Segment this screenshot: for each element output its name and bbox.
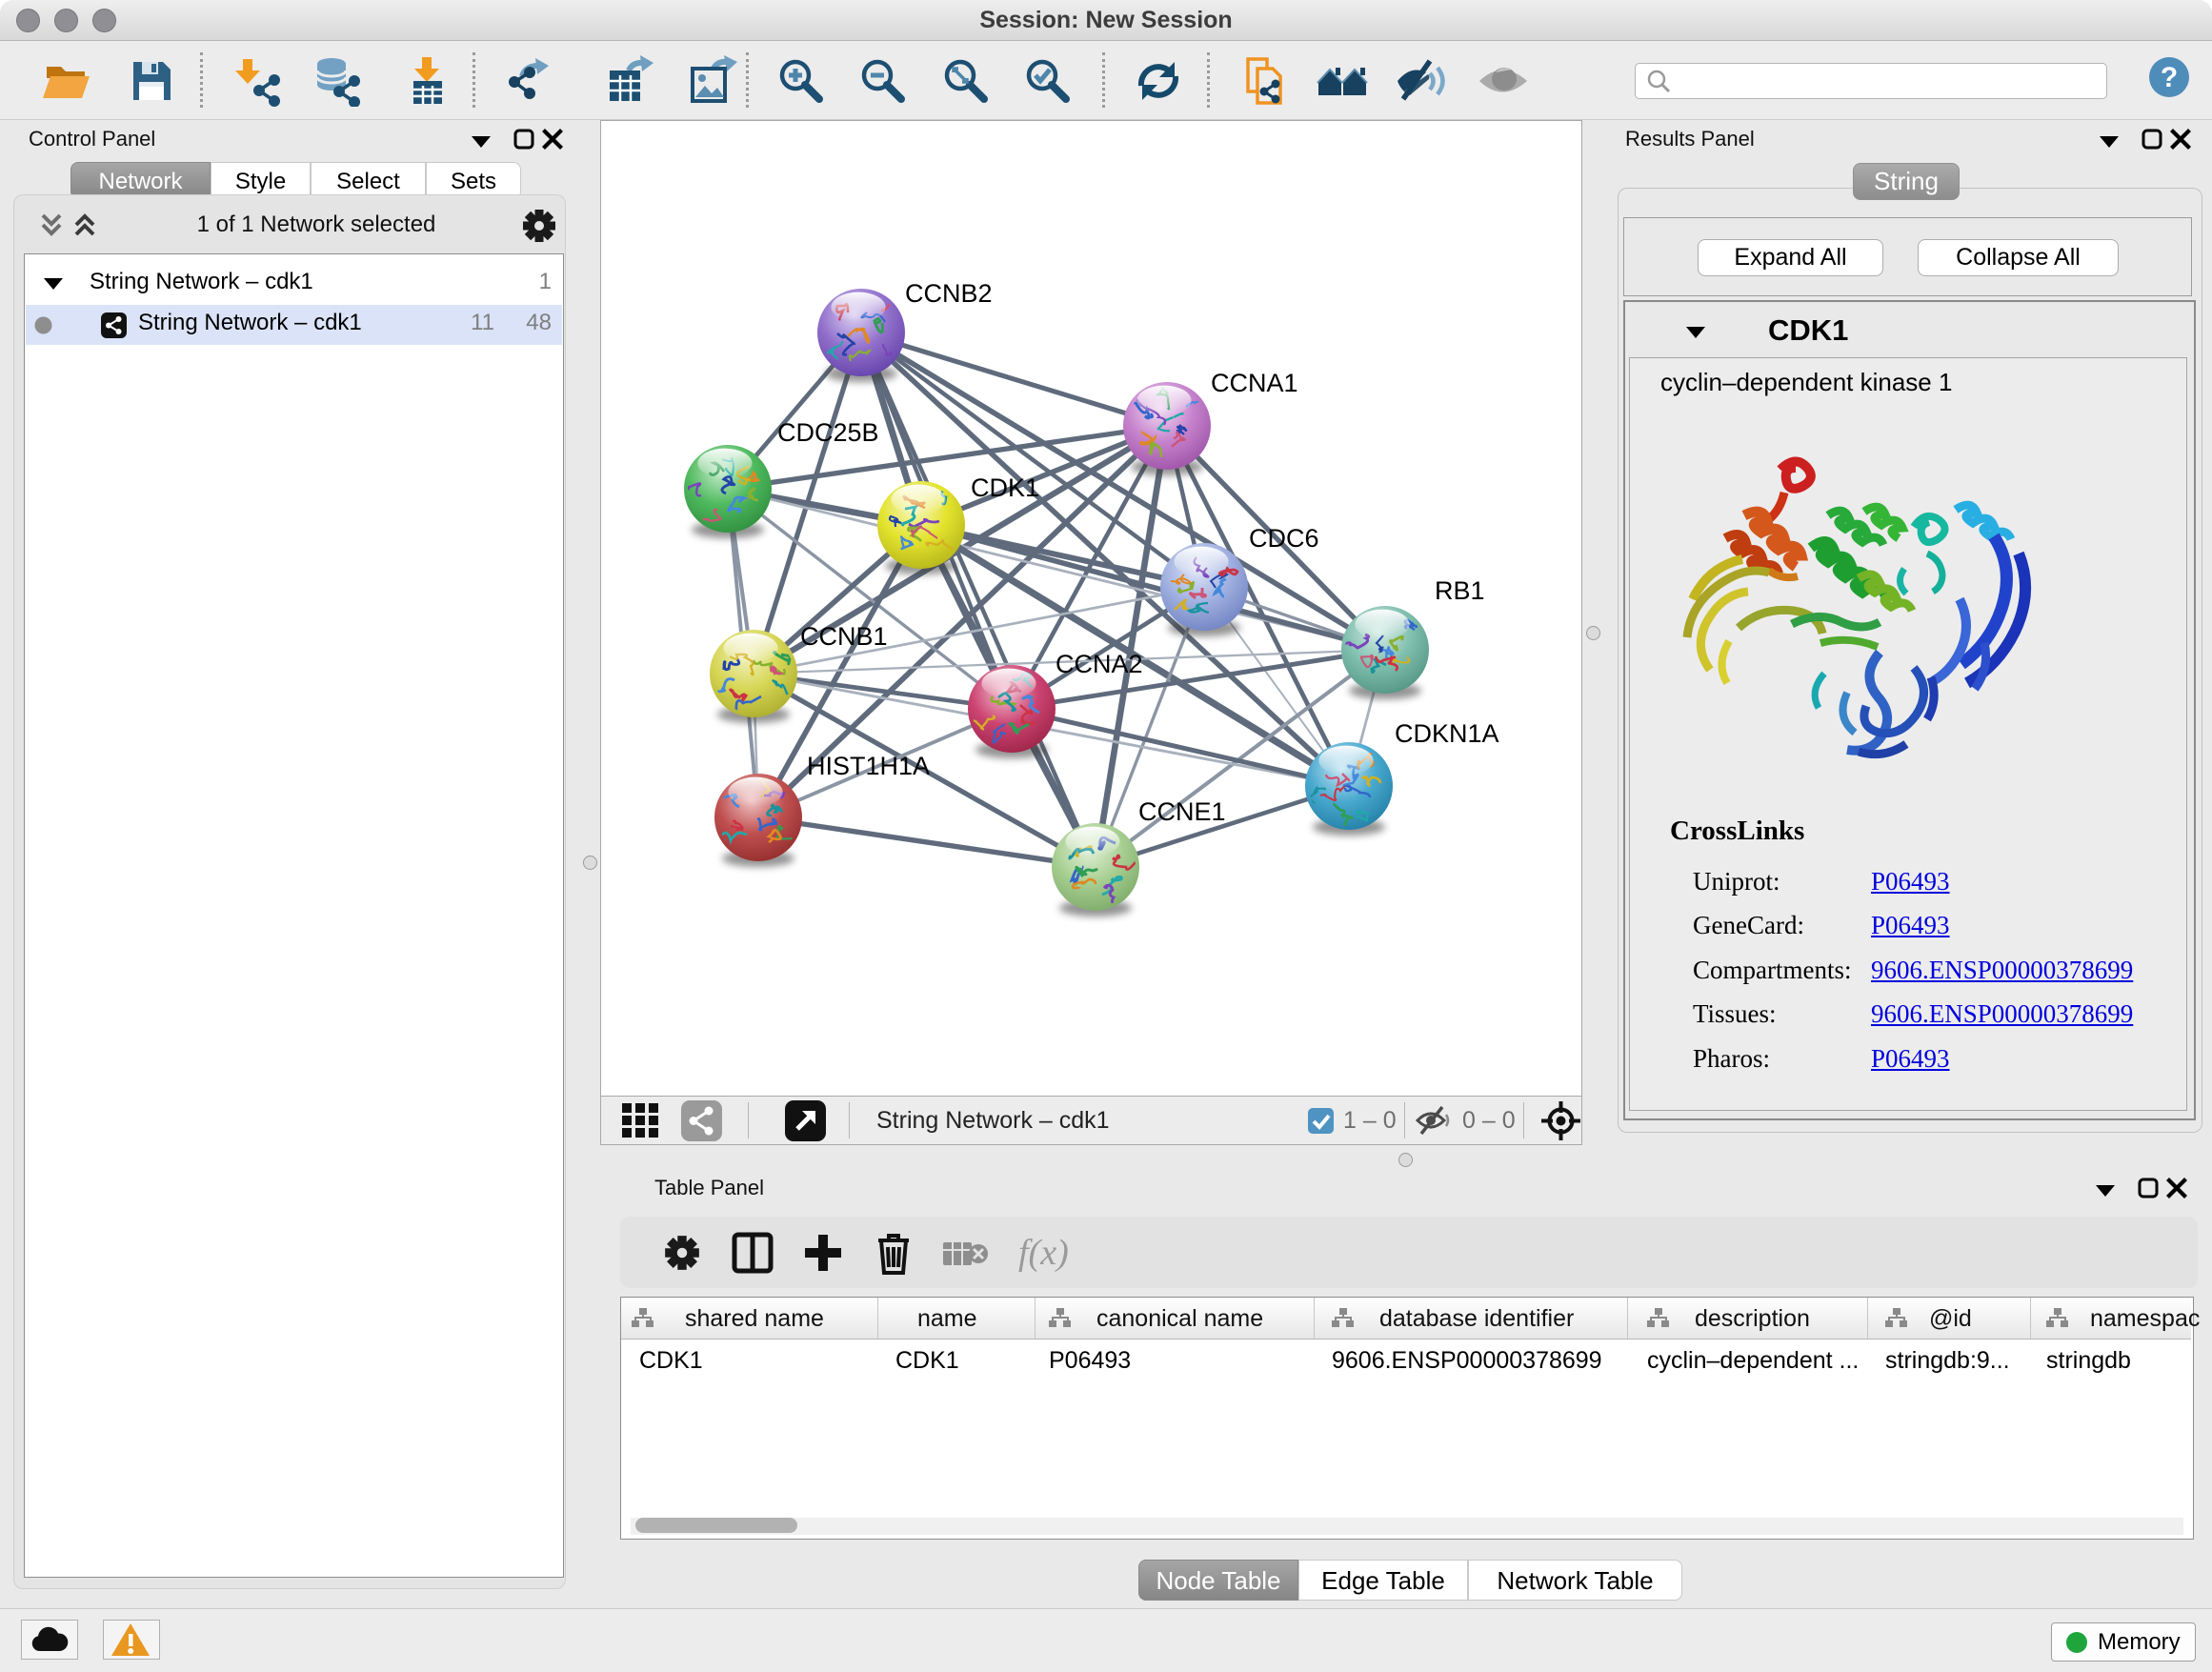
svg-text:CDKN1A: CDKN1A	[1395, 719, 1499, 748]
svg-text:CCNE1: CCNE1	[1138, 797, 1226, 826]
svg-text:CCNA2: CCNA2	[1056, 650, 1143, 678]
svg-text:CCNB2: CCNB2	[905, 279, 993, 308]
svg-text:CCNA1: CCNA1	[1211, 369, 1298, 397]
svg-text:CDC6: CDC6	[1249, 524, 1319, 553]
svg-text:?: ?	[2161, 62, 2178, 93]
svg-text:CDK1: CDK1	[971, 473, 1039, 502]
svg-text:CCNB1: CCNB1	[800, 622, 888, 651]
svg-text:CDC25B: CDC25B	[777, 418, 879, 447]
svg-text:HIST1H1A: HIST1H1A	[807, 752, 930, 780]
svg-text:RB1: RB1	[1435, 576, 1485, 605]
